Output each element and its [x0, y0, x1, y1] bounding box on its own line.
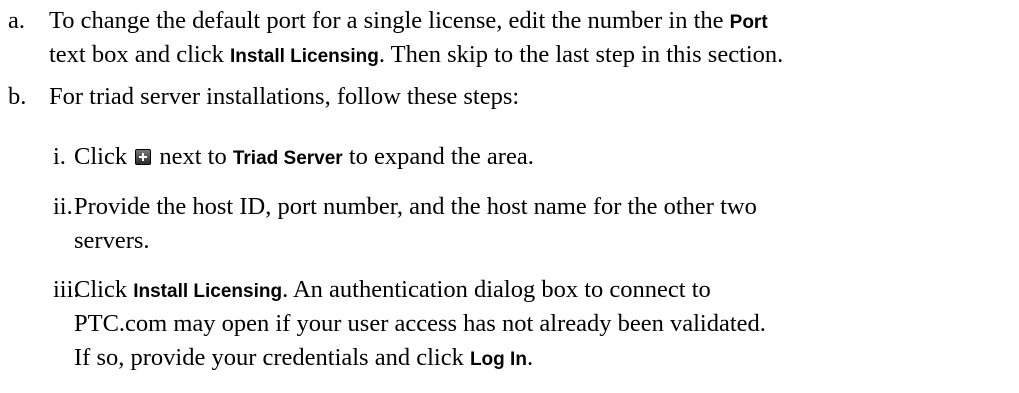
item-i-text: Click	[74, 143, 128, 170]
install-licensing-label-2: Install Licensing	[133, 281, 283, 302]
item-iii-text-2: . An authentication dialog box to connec…	[282, 276, 711, 303]
list-marker-i: i.	[53, 143, 66, 170]
item-ii-line-1: Provide the host ID, port number, and th…	[74, 190, 757, 224]
item-a-text-2: text box and click	[49, 41, 224, 68]
list-marker-a: a.	[8, 7, 25, 34]
item-iii-line-3: If so, provide your credentials and clic…	[74, 341, 533, 377]
item-a-text-3: . Then skip to the last step in this sec…	[378, 41, 784, 68]
item-b-text: For triad server installations, follow t…	[49, 83, 520, 110]
item-a-line-2: text box and click Install Licensing. Th…	[49, 38, 783, 74]
item-iii-line-1: Click Install Licensing. An authenticati…	[74, 273, 711, 309]
item-ii-line-2: servers.	[74, 224, 150, 258]
list-marker-ii: ii.	[53, 193, 73, 220]
install-licensing-label: Install Licensing	[229, 46, 379, 67]
item-iii-text: Click	[74, 276, 128, 303]
item-i-text-2: next to	[159, 143, 227, 170]
item-iii-text-3: PTC.com may open if your user access has…	[74, 310, 766, 337]
triad-server-label: Triad Server	[232, 148, 343, 169]
item-a-line-1: To change the default port for a single …	[49, 4, 768, 40]
port-label: Port	[729, 12, 768, 33]
item-i-line-1: Click next to Triad Server to expand the…	[74, 140, 534, 176]
item-i-text-3: to expand the area.	[348, 143, 534, 170]
item-iii-line-2: PTC.com may open if your user access has…	[74, 307, 766, 341]
item-ii-text: Provide the host ID, port number, and th…	[74, 193, 757, 220]
expand-plus-icon	[135, 149, 152, 165]
log-in-label: Log In	[469, 349, 527, 370]
item-a-text: To change the default port for a single …	[49, 7, 724, 34]
list-marker-b: b.	[8, 83, 27, 110]
item-iii-text-4: If so, provide your credentials and clic…	[74, 344, 464, 371]
item-ii-text-2: servers.	[74, 227, 150, 254]
item-b-line-1: For triad server installations, follow t…	[49, 80, 519, 114]
item-iii-text-5: .	[526, 344, 534, 371]
